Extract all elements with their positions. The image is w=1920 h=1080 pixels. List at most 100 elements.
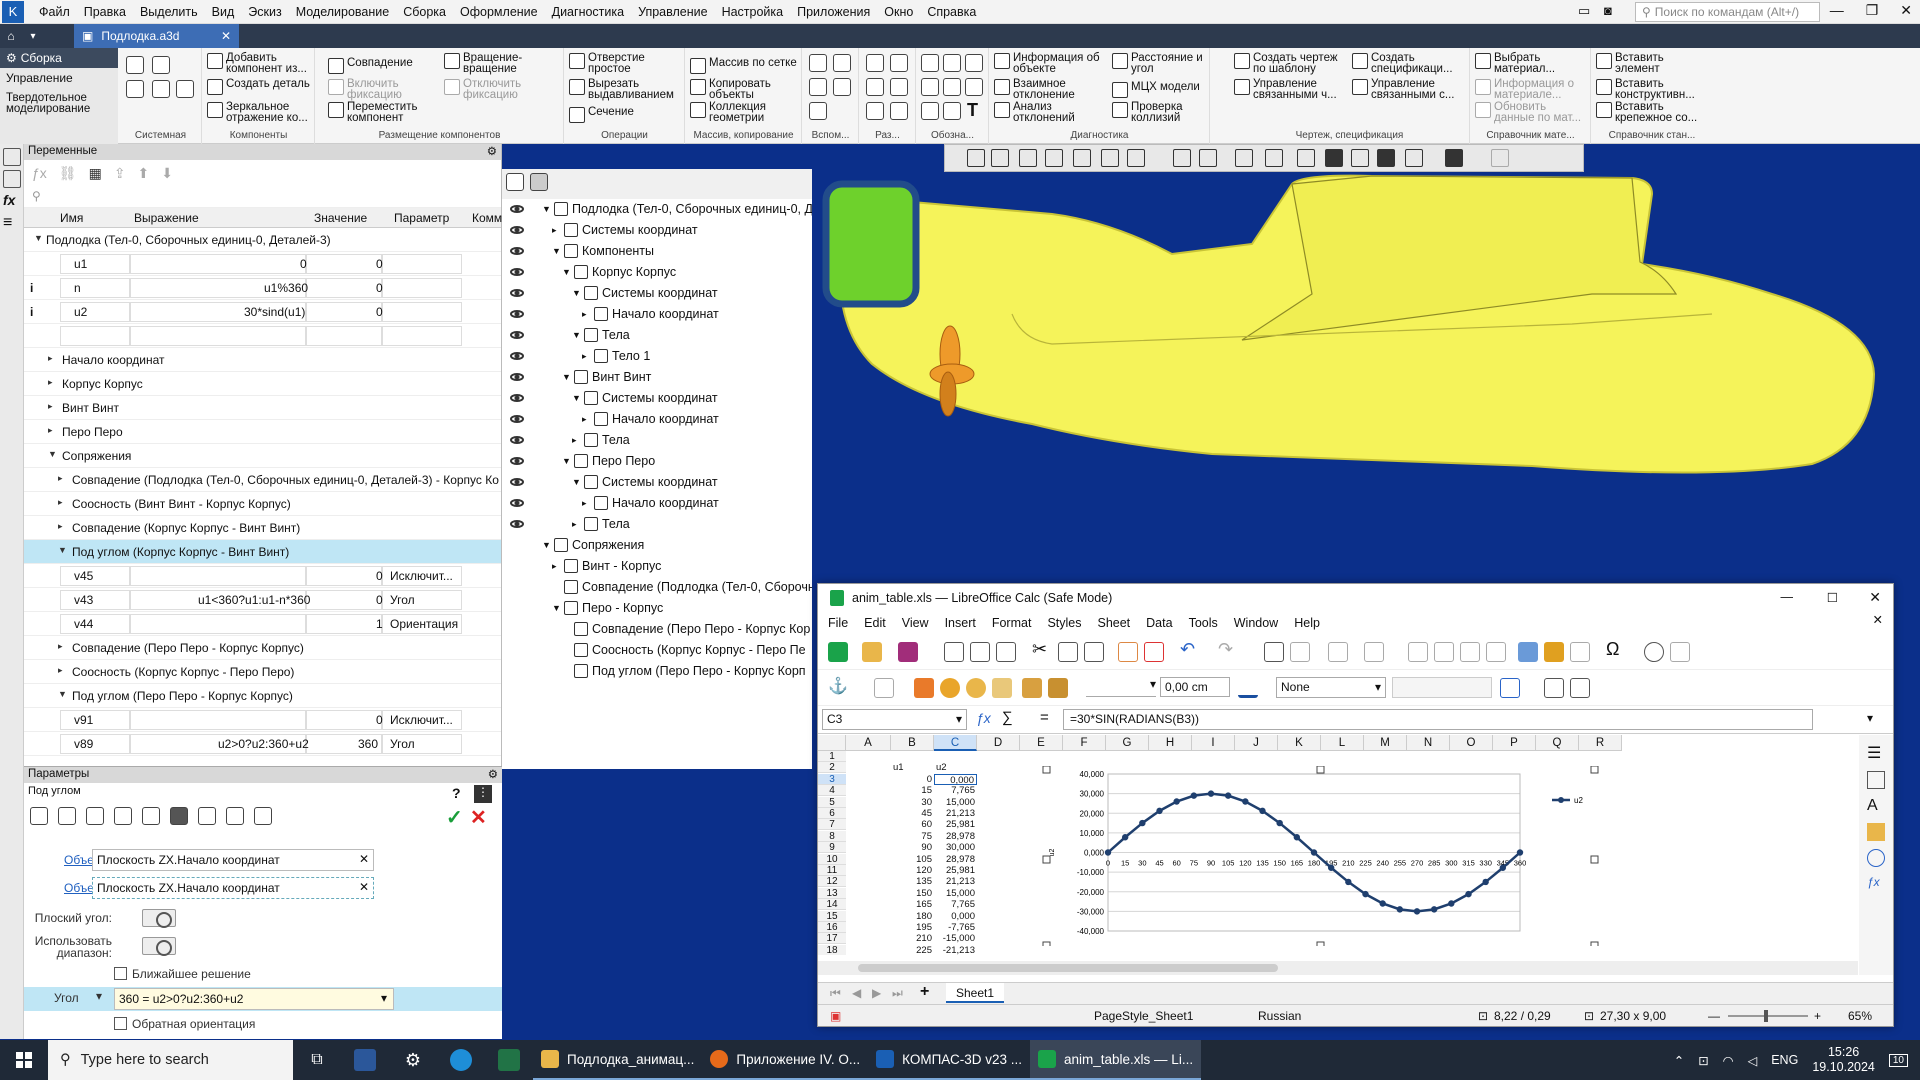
tree-item[interactable]: ▼ Сопряжения: [542, 535, 644, 555]
column-header[interactable]: G: [1106, 735, 1149, 751]
view-orient-icon[interactable]: [967, 149, 985, 167]
menu-edit[interactable]: Правка: [77, 5, 133, 19]
bring-front-icon[interactable]: [914, 678, 934, 698]
base-icon[interactable]: [965, 54, 983, 72]
material-info-button[interactable]: Информация о материале...: [1475, 78, 1584, 101]
table-row[interactable]: v43 u1<360?u1:u1-n*360 0 Угол: [24, 588, 501, 612]
insert-construct-button[interactable]: Вставить конструктивн...: [1596, 78, 1705, 101]
menu-assembly[interactable]: Сборка: [396, 5, 453, 19]
column-header[interactable]: A: [846, 735, 891, 751]
excel-button[interactable]: [485, 1040, 533, 1080]
tree-icon[interactable]: [3, 148, 21, 166]
cell[interactable]: 15,000: [934, 797, 977, 808]
rotate-icon[interactable]: [1544, 678, 1564, 698]
sort-icon[interactable]: [1408, 642, 1428, 662]
tree-item[interactable]: ▼ Винт Винт: [562, 367, 651, 387]
manage-linked-drawings-button[interactable]: Управление связанными ч...: [1234, 78, 1348, 101]
table-row[interactable]: v45 0 Исключит...: [24, 564, 501, 588]
close-icon[interactable]: ✕: [1900, 2, 1912, 19]
add-component-button[interactable]: Добавить компонент из...: [207, 52, 316, 75]
task-firefox[interactable]: Приложение IV. О...: [702, 1040, 869, 1080]
horizontal-scrollbar[interactable]: [818, 961, 1858, 975]
table-icon[interactable]: [943, 102, 961, 120]
wifi-icon[interactable]: ◠: [1723, 1053, 1734, 1068]
row-header[interactable]: 18: [818, 944, 846, 955]
spelling-icon[interactable]: [1290, 642, 1310, 662]
cell[interactable]: -21,213: [934, 945, 977, 955]
manage-linked-specs-button[interactable]: Управление связанными с...: [1352, 78, 1466, 101]
screen-icon[interactable]: ◙: [1604, 3, 1612, 18]
pen-icon[interactable]: [1491, 149, 1509, 167]
expand-icon[interactable]: ▸: [582, 498, 590, 509]
cell[interactable]: 21,213: [934, 808, 977, 819]
tree-structure-icon[interactable]: [530, 173, 548, 191]
scroll-thumb[interactable]: [858, 964, 1278, 972]
table-icon[interactable]: ▦: [89, 165, 102, 182]
cell[interactable]: 180: [891, 911, 934, 922]
network-icon[interactable]: ⊡: [1698, 1053, 1708, 1068]
cell[interactable]: 225: [891, 945, 934, 955]
row-header[interactable]: 5: [818, 796, 846, 808]
arrow-style-icon[interactable]: [1500, 678, 1520, 698]
group-origin[interactable]: ▸ Начало координат: [24, 348, 501, 372]
navigator-icon[interactable]: [1867, 849, 1885, 867]
forward-one-icon[interactable]: [940, 678, 960, 698]
group-propeller[interactable]: ▸ Винт Винт: [24, 396, 501, 420]
column-header[interactable]: Q: [1536, 735, 1579, 751]
tree-item[interactable]: ▸ Тела: [572, 430, 630, 450]
corner-cell[interactable]: [818, 735, 846, 751]
tree-item[interactable]: Совпадение (Подлодка (Тел-0, Сборочн: [552, 577, 812, 597]
column-header[interactable]: N: [1407, 735, 1450, 751]
properties-icon[interactable]: [3, 170, 21, 188]
hide-icon[interactable]: [1235, 149, 1253, 167]
close-doc-icon[interactable]: ✕: [1873, 612, 1883, 627]
row-header[interactable]: 13: [818, 887, 846, 899]
column-header[interactable]: H: [1149, 735, 1192, 751]
mode-solid[interactable]: Твердотельное моделирование: [0, 88, 118, 120]
expand-icon[interactable]: ▼: [562, 372, 571, 382]
nearest-checkbox[interactable]: [114, 967, 127, 980]
tree-item[interactable]: ▼ Системы координат: [572, 283, 718, 303]
cell[interactable]: u2: [934, 762, 977, 773]
cell[interactable]: 90: [891, 842, 934, 853]
autofilter-icon[interactable]: [1486, 642, 1506, 662]
mate-row[interactable]: ▸ Соосность (Винт Винт - Корпус Корпус): [24, 492, 501, 516]
mate-row[interactable]: ▸ Соосность (Корпус Корпус - Перо Перо): [24, 660, 501, 684]
print-preview-icon[interactable]: [996, 642, 1016, 662]
column-header[interactable]: P: [1493, 735, 1536, 751]
line-style-dropdown[interactable]: ▾: [1086, 677, 1156, 697]
expand-icon[interactable]: ▼: [552, 246, 561, 256]
open-icon[interactable]: [152, 56, 170, 74]
menu-icon[interactable]: ≡: [3, 214, 21, 232]
arc-icon[interactable]: [866, 102, 884, 120]
disable-fix-button[interactable]: Отключить фиксацию: [444, 78, 543, 101]
hyperlink-icon[interactable]: [1644, 642, 1664, 662]
cell[interactable]: u1: [891, 762, 934, 773]
anchor-icon[interactable]: ⚓: [828, 676, 848, 696]
tree-item[interactable]: ▼ Перо - Корпус: [552, 598, 663, 618]
mass-props-button[interactable]: МЦХ модели: [1112, 81, 1200, 98]
sum-icon[interactable]: ∑: [1002, 709, 1013, 726]
expand-icon[interactable]: ▼: [572, 330, 581, 340]
cell[interactable]: 25,981: [934, 865, 977, 876]
column-header[interactable]: C: [934, 735, 977, 751]
angle-icon[interactable]: [890, 78, 908, 96]
image-icon[interactable]: [1518, 642, 1538, 662]
section-button[interactable]: Сечение: [569, 106, 634, 123]
mate-row[interactable]: ▸ Совпадение (Подлодка (Тел-0, Сборочных …: [24, 468, 501, 492]
menu-data[interactable]: Data: [1146, 616, 1172, 630]
tree-item[interactable]: Под углом (Перо Перо - Корпус Корп: [562, 661, 806, 681]
cell[interactable]: 21,213: [934, 876, 977, 887]
line-icon[interactable]: [809, 102, 827, 120]
snap-icon[interactable]: [1325, 149, 1343, 167]
chamfer-icon[interactable]: [890, 102, 908, 120]
chevron-down-icon[interactable]: ▾: [22, 31, 44, 42]
pan-icon[interactable]: [1073, 149, 1091, 167]
mode-assembly[interactable]: ⚙ Сборка: [0, 48, 118, 68]
zoom-slider[interactable]: [1728, 1010, 1808, 1022]
menu-file[interactable]: File: [828, 616, 848, 630]
parallel-icon[interactable]: [86, 807, 104, 825]
function-wizard-icon[interactable]: ƒx: [976, 710, 991, 726]
tree-item[interactable]: ▸ Тело 1: [582, 346, 650, 366]
leader-icon[interactable]: [921, 54, 939, 72]
